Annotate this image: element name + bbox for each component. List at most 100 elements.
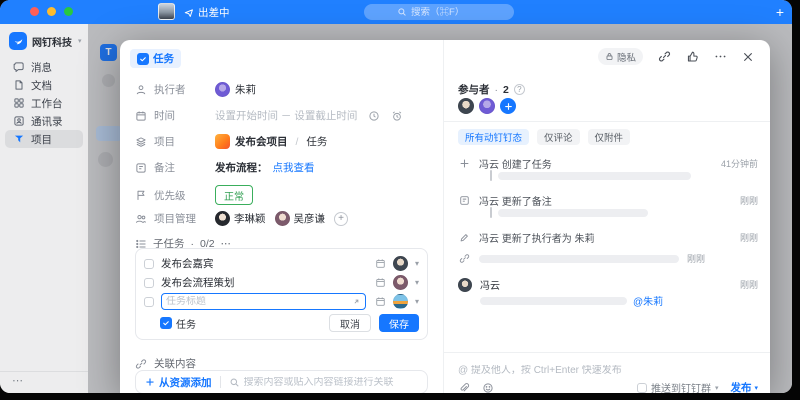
project-icon xyxy=(13,133,25,145)
global-search[interactable] xyxy=(364,4,514,20)
layers-icon xyxy=(136,136,146,147)
sidebar-more-button[interactable]: ⋯ xyxy=(0,371,88,393)
feed-quote xyxy=(490,170,691,181)
people-icon xyxy=(136,214,146,223)
calendar-icon[interactable] xyxy=(375,258,386,269)
project-tasklist[interactable]: 任务 xyxy=(306,134,327,149)
help-icon[interactable]: ? xyxy=(513,84,525,95)
note-link[interactable]: 点我查看 xyxy=(273,160,315,175)
comment-composer xyxy=(458,360,758,378)
titlebar: 出差中 + xyxy=(0,0,792,24)
avatar[interactable] xyxy=(392,275,408,290)
team-switcher[interactable]: 网钉科技 ▾ xyxy=(0,24,88,56)
add-button[interactable]: + xyxy=(776,4,784,20)
subtask-footer: 任务 取消 保存 xyxy=(144,314,419,332)
link-icon xyxy=(458,253,471,264)
avatar[interactable] xyxy=(392,294,408,309)
avatar[interactable] xyxy=(458,277,472,292)
related-search-input[interactable] xyxy=(243,376,418,388)
checkbox[interactable] xyxy=(636,382,647,393)
mention-link[interactable]: @朱莉 xyxy=(633,293,663,308)
feed-item: 冯云 更新了备注 刚刚 xyxy=(458,193,758,208)
checkbox[interactable] xyxy=(144,277,154,288)
tab-all-activity[interactable]: 所有动钉钉态 xyxy=(458,129,530,145)
project-thumbnail xyxy=(215,134,230,149)
add-manager-button[interactable]: + xyxy=(334,211,348,226)
tab-attachments-only[interactable]: 仅附件 xyxy=(587,129,631,145)
user-avatar[interactable] xyxy=(158,3,175,20)
priority-badge[interactable]: 正常 xyxy=(215,185,253,205)
window-controls xyxy=(30,7,73,16)
feed-item: 刚刚 xyxy=(458,252,758,265)
field-priority[interactable]: 优先级 正常 xyxy=(135,185,253,205)
save-button[interactable]: 保存 xyxy=(379,314,419,332)
field-note[interactable]: 备注 发布流程： 点我查看 xyxy=(135,160,315,175)
sidebar-item-workbench[interactable]: 工作台 xyxy=(5,94,83,112)
contacts-icon xyxy=(13,115,25,127)
manager-chip[interactable]: 李琳颖 xyxy=(215,211,266,226)
subtask-title: 发布会嘉宾 xyxy=(161,258,214,270)
alarm-icon[interactable] xyxy=(391,110,403,122)
add-participant-button[interactable] xyxy=(500,98,516,114)
team-name: 网钉科技 xyxy=(32,37,72,49)
calendar-icon[interactable] xyxy=(375,277,386,288)
grid-icon xyxy=(13,97,25,109)
checkbox[interactable] xyxy=(144,296,154,307)
attachment-icon[interactable] xyxy=(458,382,470,394)
skeleton-bar xyxy=(498,208,648,217)
avatar[interactable] xyxy=(392,256,408,271)
tab-comments-only[interactable]: 仅评论 xyxy=(537,129,580,145)
sidebar-item-messages[interactable]: 消息 xyxy=(5,58,83,76)
push-to-group-label: 推送到钉钉群 xyxy=(650,384,711,393)
sidebar-item-docs[interactable]: 文档 xyxy=(5,76,83,94)
sidebar-item-label: 通讯录 xyxy=(31,115,63,128)
minimize-window-button[interactable] xyxy=(47,7,56,16)
avatar[interactable] xyxy=(458,98,474,114)
subtask-row[interactable]: 发布会流程策划 ▾ xyxy=(144,273,419,292)
field-executor[interactable]: 执行者 朱莉 xyxy=(135,82,256,97)
chevron-down-icon[interactable]: ▾ xyxy=(415,278,419,287)
user-status[interactable]: 出差中 xyxy=(184,5,230,20)
cancel-button[interactable]: 取消 xyxy=(329,314,371,332)
close-window-button[interactable] xyxy=(30,7,39,16)
calendar-icon xyxy=(136,111,146,121)
sidebar-item-contacts[interactable]: 通讯录 xyxy=(5,112,83,130)
sidebar-item-label: 项目 xyxy=(31,133,52,146)
manager-chip[interactable]: 吴彦谦 xyxy=(274,211,325,226)
task-type-badge[interactable]: 任务 xyxy=(130,49,181,68)
subtask-row[interactable]: 发布会嘉宾 ▾ xyxy=(144,254,419,273)
new-subtask-input[interactable] xyxy=(166,296,352,307)
field-project[interactable]: 项目 发布会项目 / 任务 xyxy=(135,134,327,149)
field-managers[interactable]: 项目管理 李琳颖 吴彦谦 + xyxy=(135,211,348,226)
project-name[interactable]: 发布会项目 xyxy=(235,134,288,149)
publish-button[interactable]: 发布 ▾ xyxy=(730,380,758,393)
avatar[interactable] xyxy=(479,98,495,114)
screen: 出差中 + 网钉科技 ▾ 消息 xyxy=(0,0,800,400)
search-input[interactable] xyxy=(411,6,481,18)
subtask-type-select[interactable]: 任务 xyxy=(160,316,196,331)
add-from-resource-button[interactable]: 从资源添加 xyxy=(145,375,212,390)
breadcrumb-separator: / xyxy=(295,135,299,148)
subtask-type-label: 任务 xyxy=(176,319,196,331)
sidebar-item-projects[interactable]: 项目 xyxy=(5,130,83,148)
push-to-group-toggle[interactable]: 推送到钉钉群 ▾ xyxy=(636,380,718,393)
chevron-down-icon[interactable]: ▾ xyxy=(415,259,419,268)
subtask-new-row: ▾ xyxy=(144,292,419,311)
emoji-icon[interactable] xyxy=(482,382,494,394)
feed-quote xyxy=(490,207,648,218)
comment-input[interactable] xyxy=(458,365,758,376)
chevron-down-icon[interactable]: ▾ xyxy=(415,297,419,306)
checkbox[interactable] xyxy=(144,258,154,269)
field-label: 项目 xyxy=(154,136,175,148)
clock-icon[interactable] xyxy=(368,110,380,122)
field-label: 时间 xyxy=(154,110,175,122)
new-subtask-field xyxy=(161,293,366,310)
calendar-icon[interactable] xyxy=(375,296,386,307)
participants-header: 参与者 · 2 ? xyxy=(458,82,525,97)
participants-count: 2 xyxy=(503,83,509,96)
zoom-window-button[interactable] xyxy=(64,7,73,16)
field-time[interactable]: 时间 设置开始时间 － 设置截止时间 xyxy=(135,108,403,123)
expand-icon[interactable] xyxy=(352,297,361,306)
note-text: 发布流程： xyxy=(215,162,268,174)
feed-item: 冯云 刚刚 xyxy=(458,277,758,292)
